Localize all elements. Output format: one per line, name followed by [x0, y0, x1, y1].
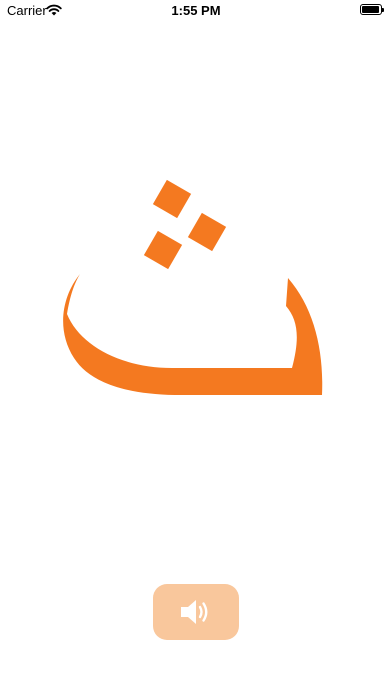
- play-sound-button[interactable]: [153, 584, 239, 640]
- letter-dot-top: [152, 179, 192, 219]
- letter-display: [40, 170, 340, 410]
- arabic-letter-tha: [63, 179, 323, 395]
- letter-dot-left: [143, 230, 183, 270]
- letter-body: [63, 274, 323, 395]
- status-time: 1:55 PM: [171, 3, 221, 18]
- status-bar: Carrier 1:55 PM: [0, 0, 392, 22]
- battery-icon: [360, 4, 384, 15]
- letter-dot-right: [187, 212, 227, 252]
- speaker-wave-icon: [181, 600, 208, 624]
